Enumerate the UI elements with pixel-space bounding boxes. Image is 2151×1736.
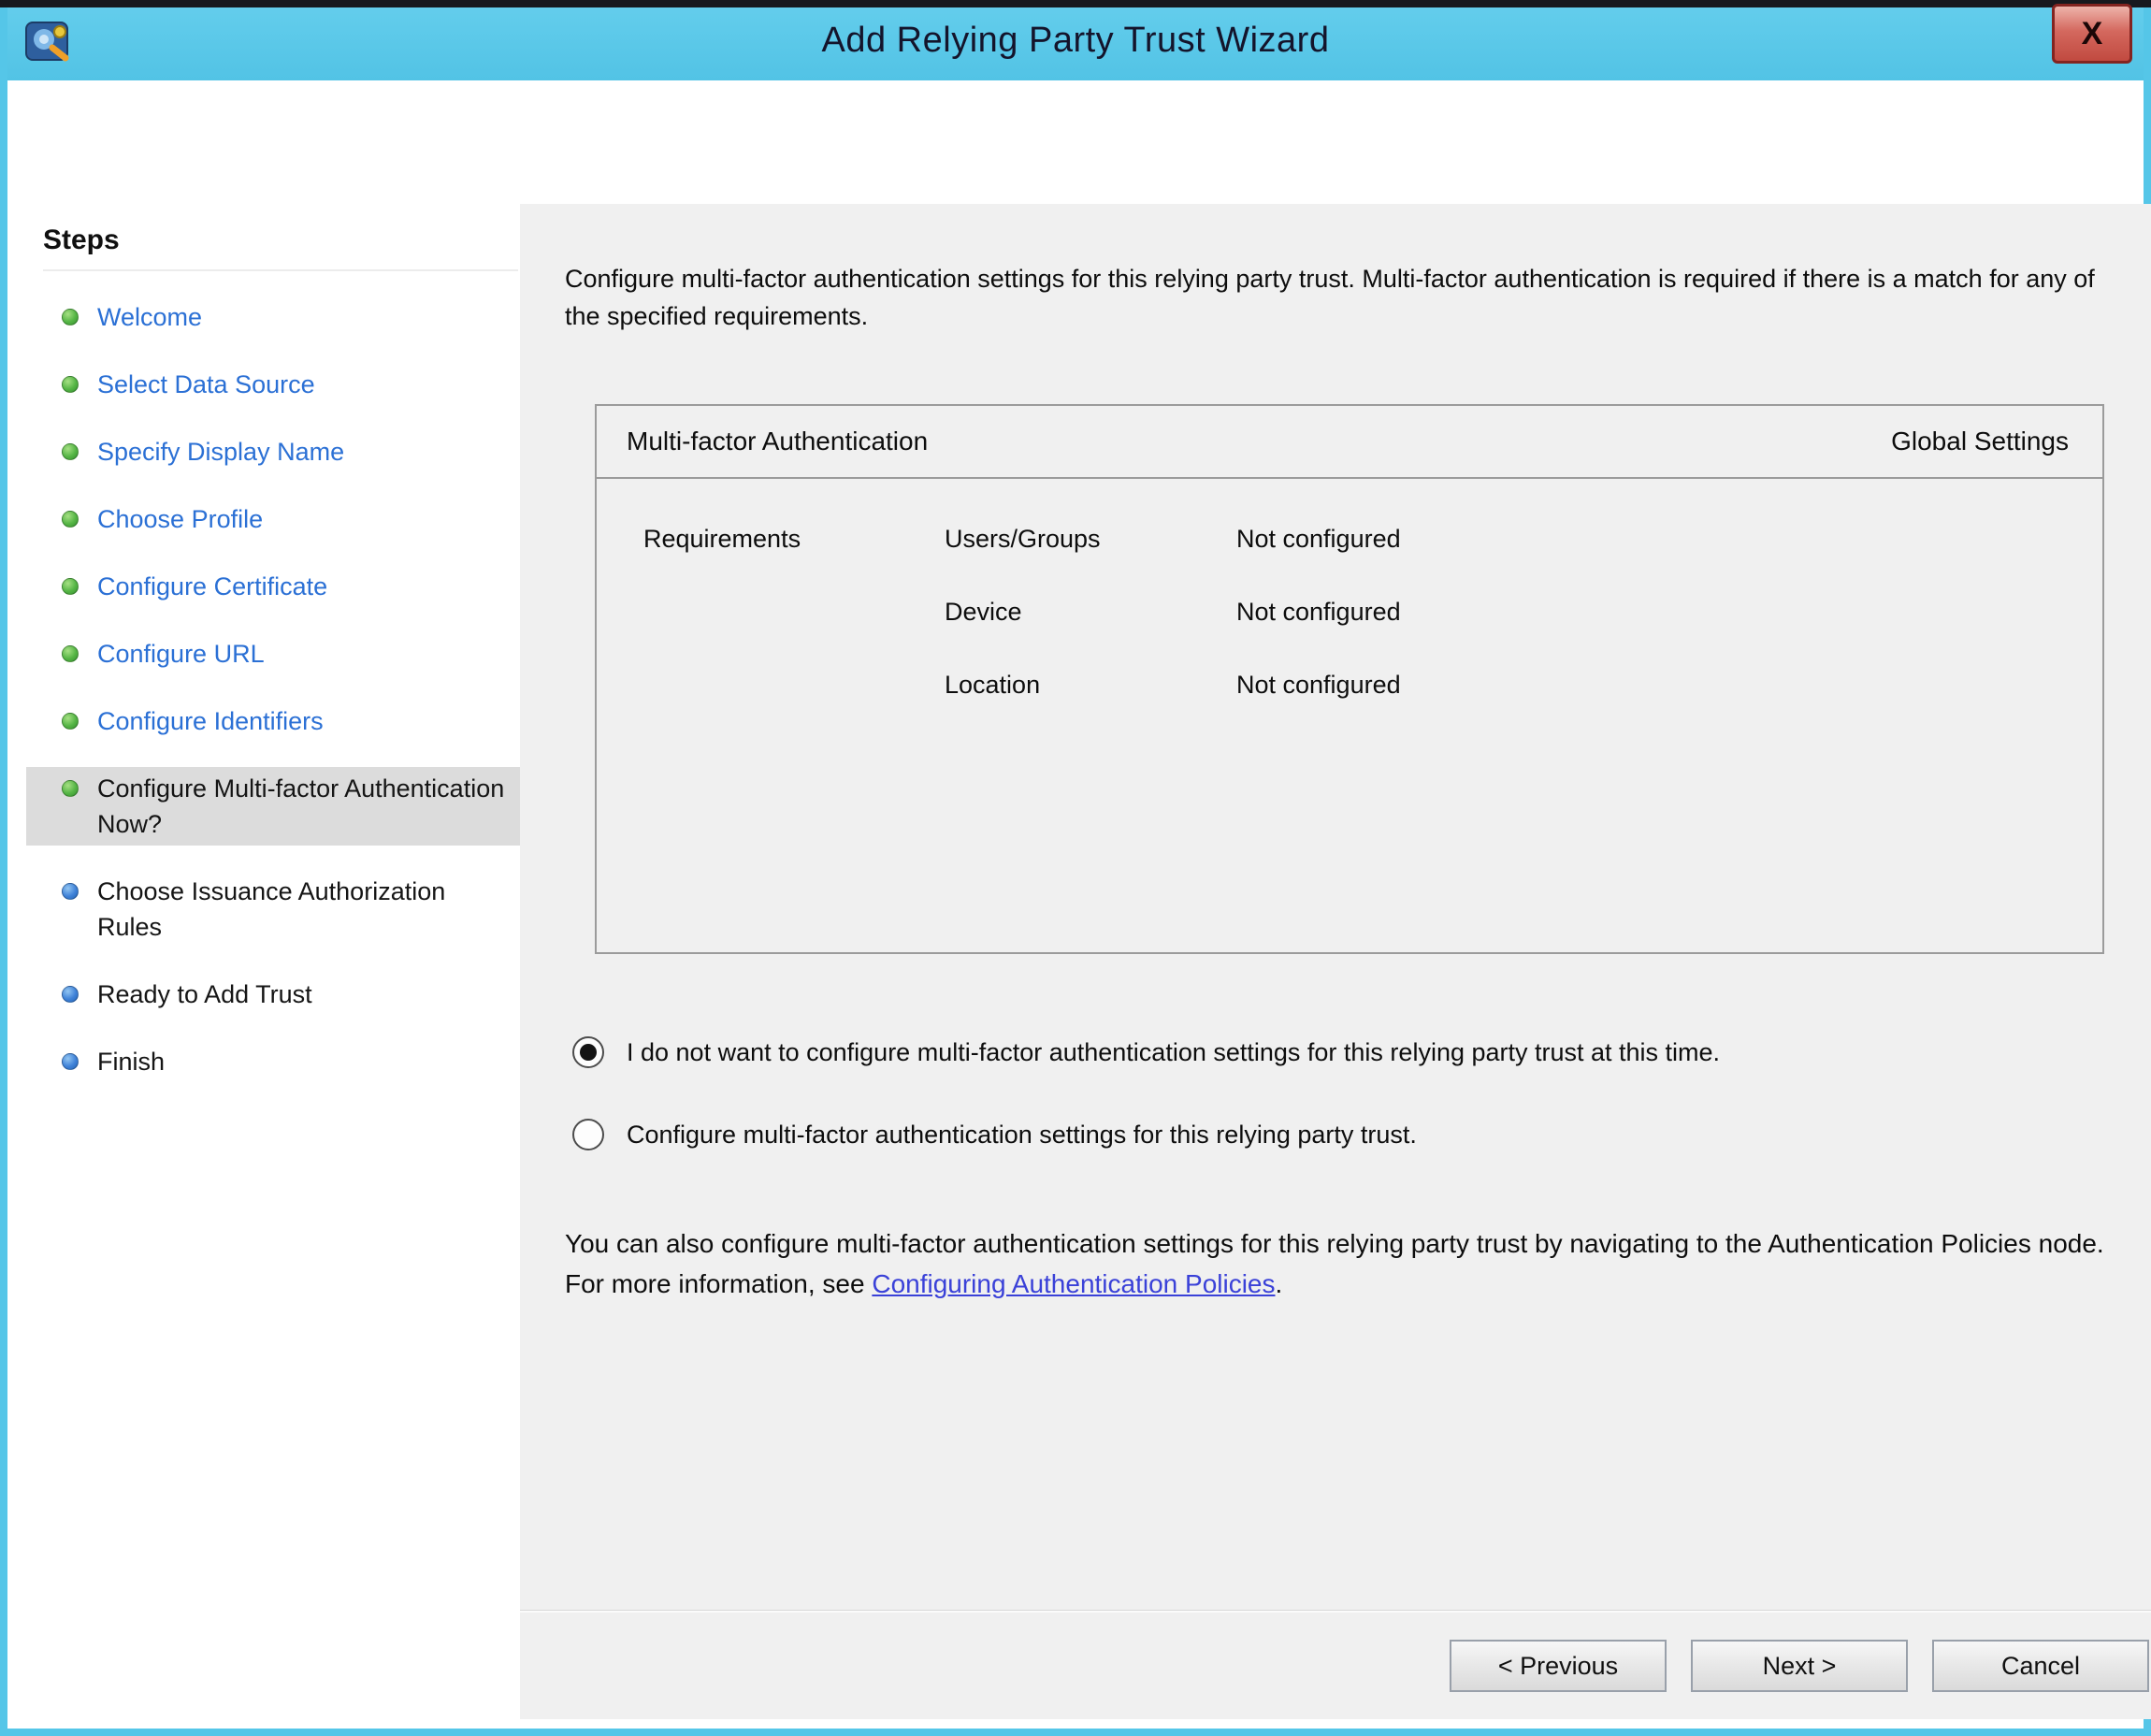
sidebar-step-configure-identifiers[interactable]: Configure Identifiers xyxy=(26,700,520,743)
cancel-button[interactable]: Cancel xyxy=(1932,1640,2149,1692)
steps-sidebar: Steps Welcome Select Data Source Specify… xyxy=(7,204,520,1719)
requirement-category: Users/Groups xyxy=(945,522,1236,556)
configuring-authentication-policies-link[interactable]: Configuring Authentication Policies xyxy=(872,1269,1275,1298)
sidebar-step-ready-to-add-trust: Ready to Add Trust xyxy=(26,973,520,1016)
step-status-icon xyxy=(62,645,79,662)
radio-button-icon[interactable] xyxy=(572,1119,604,1150)
requirement-category: Location xyxy=(945,668,1236,702)
requirement-value: Not configured xyxy=(1236,595,2102,629)
window-title: Add Relying Party Trust Wizard xyxy=(7,21,2144,61)
radio-button-icon[interactable] xyxy=(572,1036,604,1068)
sidebar-step-choose-issuance-authorization-rules: Choose Issuance Authorization Rules xyxy=(26,870,520,948)
step-status-icon xyxy=(62,309,79,326)
sidebar-step-specify-display-name[interactable]: Specify Display Name xyxy=(26,430,520,473)
step-status-icon xyxy=(62,986,79,1003)
previous-button[interactable]: < Previous xyxy=(1450,1640,1667,1692)
page-description: Configure multi-factor authentication se… xyxy=(565,260,2117,335)
mfa-settings-box: Multi-factor Authentication Global Setti… xyxy=(595,404,2104,954)
radio-configure-mfa[interactable]: Configure multi-factor authentication se… xyxy=(572,1117,2145,1152)
sidebar-step-finish: Finish xyxy=(26,1040,520,1083)
wizard-button-bar: < Previous Next > Cancel xyxy=(520,1611,2151,1719)
radio-no-mfa[interactable]: I do not want to configure multi-factor … xyxy=(572,1034,2145,1070)
step-status-icon xyxy=(62,376,79,393)
step-status-icon xyxy=(62,713,79,730)
requirement-category: Device xyxy=(945,595,1236,629)
next-button[interactable]: Next > xyxy=(1691,1640,1908,1692)
sidebar-step-configure-url[interactable]: Configure URL xyxy=(26,632,520,675)
steps-list: Welcome Select Data Source Specify Displ… xyxy=(26,296,520,1083)
titlebar: Add Relying Party Trust Wizard X xyxy=(7,7,2144,80)
spacer-cell xyxy=(643,595,945,629)
footnote: You can also configure multi-factor auth… xyxy=(565,1223,2145,1304)
requirements-label: Requirements xyxy=(643,522,945,556)
requirement-value: Not configured xyxy=(1236,522,2102,556)
sidebar-step-choose-profile[interactable]: Choose Profile xyxy=(26,498,520,541)
spacer-cell xyxy=(643,668,945,702)
mfa-requirements-table: Requirements Users/Groups Not configured… xyxy=(597,479,2102,702)
step-status-icon xyxy=(62,1053,79,1070)
window-body: Steps Welcome Select Data Source Specify… xyxy=(7,80,2144,1729)
window-top-edge xyxy=(0,0,2151,7)
step-status-icon xyxy=(62,780,79,797)
wizard-window: Add Relying Party Trust Wizard X Steps W… xyxy=(0,0,2151,1736)
footnote-text: You can also configure multi-factor auth… xyxy=(565,1229,2104,1298)
sidebar-step-welcome[interactable]: Welcome xyxy=(26,296,520,339)
requirement-value: Not configured xyxy=(1236,668,2102,702)
global-settings-label: Global Settings xyxy=(1891,427,2069,456)
close-button[interactable]: X xyxy=(2052,4,2132,64)
step-status-icon xyxy=(62,578,79,595)
steps-heading: Steps xyxy=(43,224,518,271)
mfa-settings-box-header: Multi-factor Authentication Global Setti… xyxy=(597,406,2102,479)
wizard-page-content: Configure multi-factor authentication se… xyxy=(520,204,2151,1719)
step-status-icon xyxy=(62,883,79,900)
footnote-period: . xyxy=(1276,1269,1283,1298)
step-status-icon xyxy=(62,511,79,528)
sidebar-step-configure-mfa-now: Configure Multi-factor Authentication No… xyxy=(26,767,520,846)
sidebar-step-select-data-source[interactable]: Select Data Source xyxy=(26,363,520,406)
mfa-box-title: Multi-factor Authentication xyxy=(627,427,928,456)
sidebar-step-configure-certificate[interactable]: Configure Certificate xyxy=(26,565,520,608)
step-status-icon xyxy=(62,443,79,460)
